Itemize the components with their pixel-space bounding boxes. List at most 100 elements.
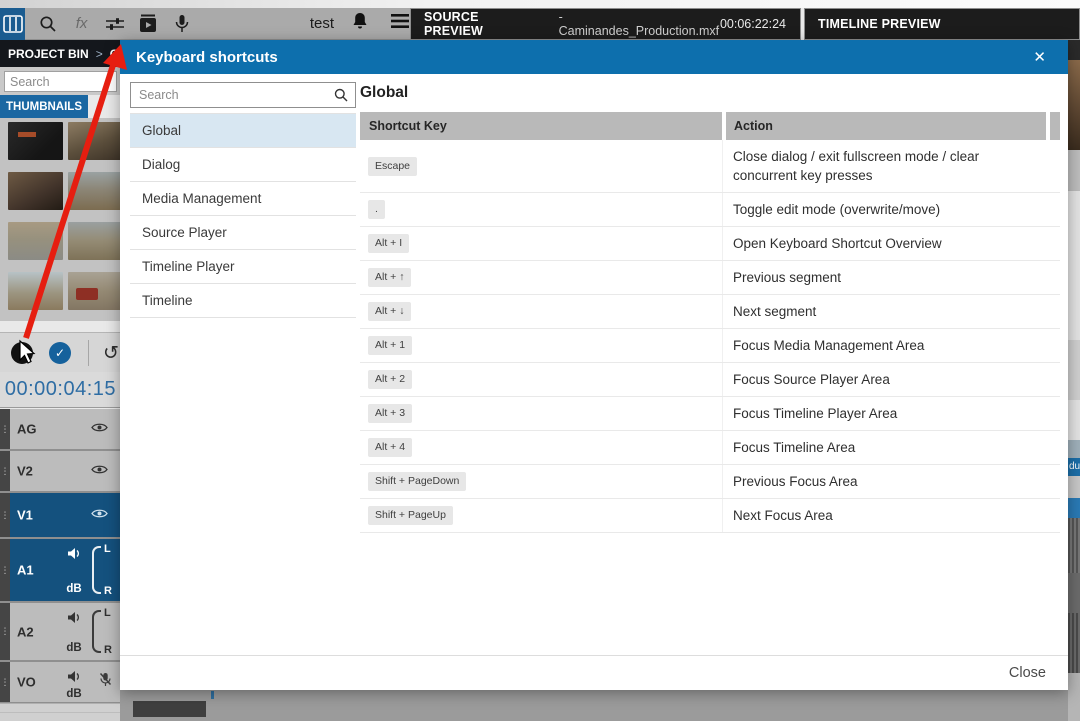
column-header-scroll-spacer [1050,112,1060,140]
timeline-scrollbar-thumb[interactable] [133,701,206,717]
effects-icon[interactable]: fx [71,12,91,36]
search-icon[interactable] [38,12,58,36]
confirm-button[interactable]: ✓ [49,342,71,364]
player-timecode-row: 00:00:04:15 [0,372,120,408]
key-badge: . [368,200,385,219]
shortcut-row: Shift + PageDown Previous Focus Area [360,465,1060,499]
key-badge: Shift + PageUp [368,506,453,525]
channel-labels: LR [104,543,112,597]
close-button[interactable]: Close [1009,665,1046,681]
track-drag-handle[interactable]: ⋮ [0,451,10,491]
bin-search-input[interactable] [4,71,117,92]
filmstrip-icon [3,15,23,33]
track-drag-handle[interactable]: ⋮ [0,409,10,449]
channel-label: R [104,585,112,597]
tab-thumbnails[interactable]: THUMBNAILS [0,95,88,118]
gain-label: dB [66,688,81,700]
shortcut-search-input[interactable] [130,82,356,108]
track-drag-handle[interactable]: ⋮ [0,603,10,660]
shortcut-action-cell: Open Keyboard Shortcut Overview [722,227,1042,260]
shortcut-key-cell: Alt + 3 [360,397,722,430]
dialog-header: Keyboard shortcuts ✕ [120,40,1068,74]
player-timecode: 00:00:04:15 [5,378,116,401]
close-icon[interactable]: ✕ [1027,46,1052,68]
timeline-preview-title: TIMELINE PREVIEW [818,17,941,31]
source-preview-bar: SOURCE PREVIEW - Caminandes_Production.m… [410,8,801,40]
category-item-timeline-player[interactable]: Timeline Player [130,250,356,284]
shortcut-row: Alt + 2Focus Source Player Area [360,363,1060,397]
category-item-global[interactable]: Global [130,114,356,148]
clip-thumbnail[interactable] [68,222,123,260]
user-menu[interactable]: test [310,15,334,32]
mic-muted-icon[interactable] [99,672,112,692]
shortcut-row: .Toggle edit mode (overwrite/move) [360,193,1060,227]
undo-rotate-icon[interactable]: ↺ [103,342,119,364]
key-badge: Alt + 4 [368,438,412,457]
shortcut-row: Alt + ↓Next segment [360,295,1060,329]
key-badge: Alt + I [368,234,409,253]
clip-thumbnail[interactable] [68,122,123,160]
track-drag-handle[interactable]: ⋮ [0,493,10,537]
notifications-bell-icon[interactable] [352,12,368,35]
speaker-icon[interactable] [67,611,82,629]
info-button[interactable]: i [11,342,33,364]
track-label: AG [17,422,37,437]
key-badge: Alt + ↑ [368,268,411,287]
hamburger-menu-icon[interactable] [390,13,410,34]
breadcrumb-current[interactable]: Ca [110,47,120,61]
category-item-source-player[interactable]: Source Player [130,216,356,250]
track-header-v1[interactable]: ⋮ V1 [0,493,120,537]
track-label: V2 [17,464,33,479]
search-icon [334,88,348,107]
shortcut-row: Alt + 4Focus Timeline Area [360,431,1060,465]
shortcut-key-cell: Alt + I [360,227,722,260]
app-logo[interactable] [0,8,25,40]
speaker-icon[interactable] [67,547,82,565]
bin-search-area [0,67,120,95]
shortcut-key-cell: Alt + 2 [360,363,722,396]
clip-thumbnail[interactable] [8,272,63,310]
track-header-a2[interactable]: ⋮A2dBLR [0,603,120,660]
clip-thumbnail[interactable] [8,122,63,160]
keyboard-shortcuts-dialog: Keyboard shortcuts ✕ GlobalDialogMedia M… [120,40,1068,690]
track-header-v2[interactable]: ⋮ V2 [0,451,120,491]
dialog-title: Keyboard shortcuts [136,49,278,66]
clip-thumbnail[interactable] [68,172,123,210]
shortcut-action-cell: Next segment [722,295,1042,328]
track-drag-handle[interactable]: ⋮ [0,539,10,601]
track-label: VO [17,675,36,690]
window-top-strip [0,0,1080,8]
track-visibility-eye-icon[interactable] [91,506,108,524]
track-visibility-eye-icon[interactable] [91,462,108,480]
shortcut-action-cell: Previous Focus Area [722,465,1042,498]
track-header-a1[interactable]: ⋮A1dBLR [0,539,120,601]
category-item-dialog[interactable]: Dialog [130,148,356,182]
shortcut-row: Shift + PageUpNext Focus Area [360,499,1060,533]
breadcrumb[interactable]: PROJECT BIN > Ca [0,40,120,67]
track-drag-handle[interactable]: ⋮ [0,662,10,702]
settings-sliders-icon[interactable] [105,12,125,36]
microphone-icon[interactable] [171,12,191,36]
shortcut-key-cell: Escape [360,140,722,192]
track-header-vo[interactable]: ⋮ VO dB [0,662,120,702]
track-label: V1 [17,508,33,523]
shortcut-key-cell: Alt + ↑ [360,261,722,294]
timeline-marker [211,691,214,699]
export-player-icon[interactable] [138,12,158,36]
clip-thumbnail[interactable] [8,222,63,260]
divider [88,340,89,366]
category-item-timeline[interactable]: Timeline [130,284,356,318]
track-header-ag[interactable]: ⋮ AG [0,409,120,449]
track-header-list: ⋮AG⋮V2⋮V1⋮A1dBLR⋮A2dBLR⋮VOdB [0,409,120,704]
clip-thumbnail[interactable] [8,172,63,210]
speaker-icon[interactable] [67,670,82,688]
breadcrumb-root[interactable]: PROJECT BIN [8,47,89,61]
shortcut-key-cell: . [360,193,722,226]
category-item-media-management[interactable]: Media Management [130,182,356,216]
track-visibility-eye-icon[interactable] [91,420,108,438]
gain-label: dB [66,642,81,654]
clip-thumbnail[interactable] [68,272,123,310]
source-preview-title: SOURCE PREVIEW [424,10,537,38]
key-badge: Shift + PageDown [368,472,466,491]
column-header-shortcut-key: Shortcut Key [360,112,722,140]
